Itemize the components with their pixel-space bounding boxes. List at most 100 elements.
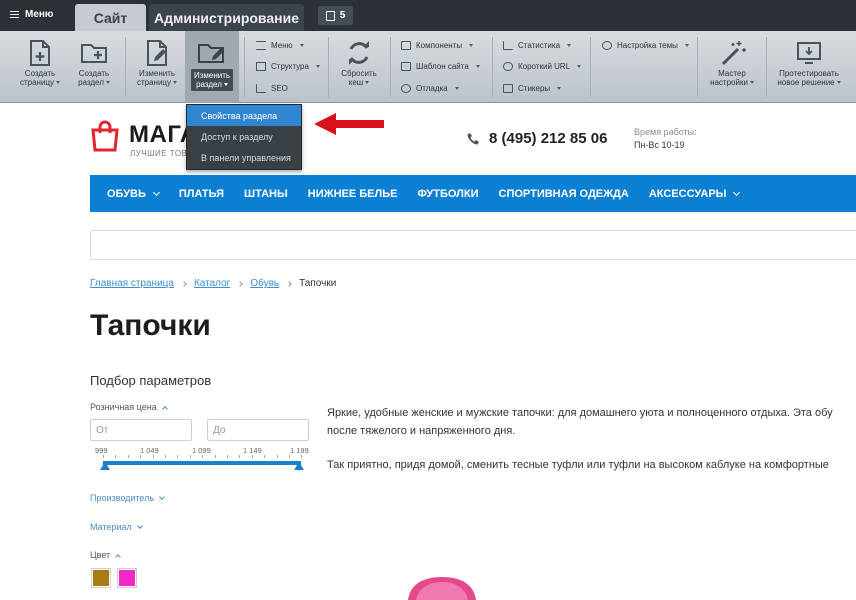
breadcrumb: Главная страница Каталог Обувь Тапочки	[90, 278, 336, 289]
create-page-button[interactable]: Создать страницу	[14, 31, 66, 103]
phone-number: 8 (495) 212 85 06	[489, 130, 608, 147]
link-icon	[503, 61, 513, 71]
separator	[590, 37, 591, 97]
breadcrumb-catalog[interactable]: Каталог	[194, 278, 230, 289]
settings-wizard-label: Мастер настройки	[710, 69, 754, 87]
breadcrumb-home[interactable]: Главная страница	[90, 278, 174, 289]
seo-tool[interactable]: SEO	[256, 81, 288, 95]
price-tick-mark	[165, 455, 166, 458]
stickers-tool[interactable]: Стикеры	[503, 81, 562, 95]
price-from-input[interactable]	[90, 419, 192, 441]
notification-icon	[325, 10, 335, 21]
nav-item-shoes[interactable]: ОБУВЬ	[90, 188, 169, 200]
search-input[interactable]	[90, 230, 856, 260]
nav-item-pants[interactable]: ШТАНЫ	[234, 188, 298, 200]
price-tick-mark	[177, 455, 179, 458]
price-range-track[interactable]	[103, 461, 301, 465]
nav-item-label: АКСЕССУАРЫ	[648, 187, 727, 200]
statistics-tool-label: Статистика	[518, 40, 561, 50]
price-to-input[interactable]	[207, 419, 309, 441]
nav-item-label: ПЛАТЬЯ	[178, 187, 225, 200]
components-icon	[401, 40, 411, 50]
theme-settings-tool[interactable]: Настройка темы	[602, 38, 689, 52]
work-hours-label: Время работы:	[634, 127, 697, 137]
dropdown-item-section-properties[interactable]: Свойства раздела	[187, 105, 301, 126]
menu-label: Меню	[25, 9, 54, 20]
stickers-tool-label: Стикеры	[518, 83, 551, 93]
test-solution-button[interactable]: Протестировать новое решение	[773, 31, 845, 103]
price-tick-mark	[189, 455, 191, 458]
create-page-label: Создать страницу	[20, 69, 61, 87]
structure-tool[interactable]: Структура	[256, 59, 320, 73]
color-swatch[interactable]	[117, 568, 137, 588]
notifications-button[interactable]: 5	[318, 6, 353, 25]
nav-item-label: СПОРТИВНАЯ ОДЕЖДА	[498, 187, 629, 200]
add-page-icon	[30, 40, 50, 66]
price-range-max-handle[interactable]	[294, 462, 304, 470]
color-swatch[interactable]	[91, 568, 111, 588]
edit-page-icon	[147, 40, 167, 66]
list-icon	[256, 40, 266, 50]
menu-tool[interactable]: Меню	[256, 38, 304, 52]
hamburger-icon	[10, 11, 19, 18]
edit-page-label: Изменить страницу	[136, 69, 178, 87]
statistics-tool[interactable]: Статистика	[503, 38, 572, 52]
debug-tool[interactable]: Отладка	[401, 81, 459, 95]
edit-section-button[interactable]: Изменить раздел	[185, 31, 239, 103]
notification-count: 5	[339, 10, 346, 21]
filter-manufacturer-toggle[interactable]: Производитель	[90, 493, 165, 503]
dropdown-item-control-panel[interactable]: В панели управления	[187, 147, 301, 168]
chart-icon	[256, 83, 266, 93]
description-line: после тяжелого и напряженного дня.	[327, 425, 516, 437]
refresh-icon	[349, 41, 369, 65]
page-title: Тапочки	[90, 309, 211, 342]
filter-title: Подбор параметров	[90, 373, 212, 388]
short-url-tool[interactable]: Короткий URL	[503, 59, 582, 73]
price-tick-mark	[152, 455, 154, 458]
filter-color-toggle[interactable]: Цвет	[90, 550, 122, 560]
color-swatch-fill	[119, 570, 135, 586]
filter-price-toggle[interactable]: Розничная цена	[90, 402, 168, 412]
nav-item-dresses[interactable]: ПЛАТЬЯ	[169, 188, 234, 200]
phone-link[interactable]: 8 (495) 212 85 06	[467, 130, 607, 147]
site-template-tool[interactable]: Шаблон сайта	[401, 59, 480, 73]
add-folder-icon	[81, 44, 107, 63]
edit-page-button[interactable]: Изменить страницу	[131, 31, 183, 103]
price-range-min-handle[interactable]	[100, 462, 110, 470]
dropdown-item-section-access[interactable]: Доступ к разделу	[187, 126, 301, 147]
settings-wizard-button[interactable]: Мастер настройки	[703, 31, 761, 103]
price-tick-mark	[264, 455, 266, 458]
chevron-down-icon	[152, 188, 160, 196]
seo-tool-label: SEO	[271, 83, 288, 93]
filter-price-label: Розничная цена	[90, 402, 157, 412]
tab-administration[interactable]: Администрирование	[149, 4, 304, 31]
filter-material-toggle[interactable]: Материал	[90, 522, 143, 532]
structure-icon	[256, 61, 266, 71]
menu-button[interactable]: Меню	[10, 9, 53, 20]
magic-wand-icon	[721, 41, 746, 66]
nav-item-underwear[interactable]: НИЖНЕЕ БЕЛЬЕ	[298, 188, 408, 200]
separator	[697, 37, 698, 97]
reset-cache-button[interactable]: Сбросить кеш	[333, 31, 385, 103]
nav-item-tshirts[interactable]: ФУТБОЛКИ	[407, 188, 488, 200]
logo-subtitle: ЛУЧШИЕ ТОВ	[130, 149, 188, 158]
debug-icon	[401, 83, 411, 93]
components-tool-label: Компоненты	[416, 40, 463, 50]
nav-item-accessories[interactable]: АКСЕССУАРЫ	[639, 188, 750, 200]
price-tick: 1 149	[243, 446, 262, 455]
chevron-right-icon	[237, 280, 244, 287]
components-tool[interactable]: Компоненты	[401, 38, 474, 52]
short-url-tool-label: Короткий URL	[518, 61, 571, 71]
test-solution-label: Протестировать новое решение	[777, 69, 841, 87]
breadcrumb-shoes[interactable]: Обувь	[250, 278, 279, 289]
color-swatch-fill	[93, 570, 109, 586]
admin-toolbar: Создать страницу Создать раздел Изменить…	[0, 31, 856, 103]
product-image-slipper	[408, 577, 476, 600]
separator	[390, 37, 391, 97]
nav-item-sportswear[interactable]: СПОРТИВНАЯ ОДЕЖДА	[489, 188, 639, 200]
chevron-right-icon	[181, 280, 187, 287]
tab-site[interactable]: Сайт	[75, 4, 146, 31]
separator	[244, 37, 245, 97]
create-section-button[interactable]: Создать раздел	[68, 31, 120, 103]
main-navigation: ОБУВЬ ПЛАТЬЯ ШТАНЫ НИЖНЕЕ БЕЛЬЕ ФУТБОЛКИ…	[90, 175, 856, 212]
